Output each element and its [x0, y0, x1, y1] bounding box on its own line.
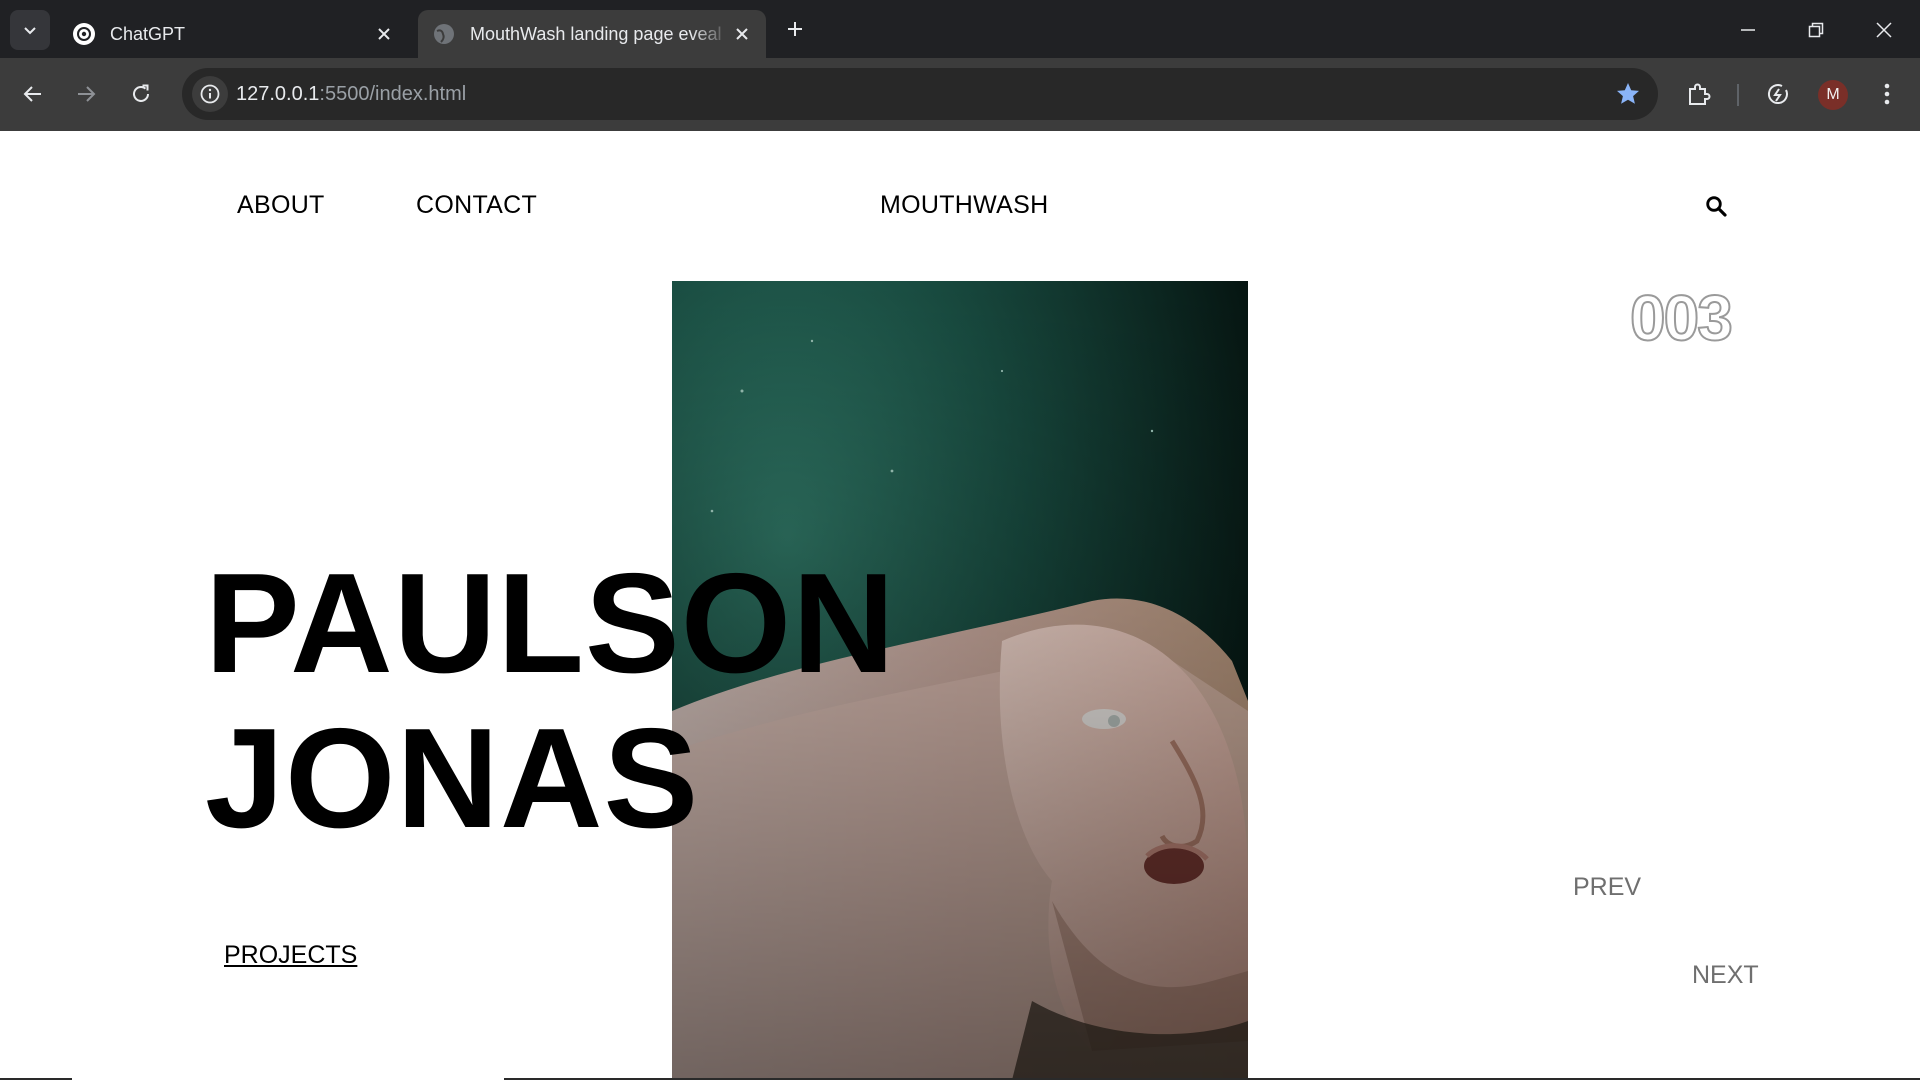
prev-button[interactable]: PREV	[1573, 873, 1641, 902]
bookmark-star-icon[interactable]	[1614, 80, 1642, 108]
toolbar-divider	[1737, 84, 1739, 106]
tab-title: MouthWash landing page eveal	[470, 23, 722, 44]
site-info-button[interactable]	[192, 76, 228, 112]
minimize-button[interactable]	[1726, 8, 1770, 52]
restore-icon	[1808, 22, 1824, 38]
browser-tab-bar: ChatGPT MouthWash landing page eveal	[0, 0, 1920, 58]
close-tab-icon[interactable]	[372, 22, 396, 46]
speed-icon	[1768, 84, 1788, 104]
search-button[interactable]	[1701, 191, 1731, 221]
plus-icon	[788, 22, 802, 36]
performance-button[interactable]	[1758, 74, 1798, 114]
new-tab-button[interactable]	[780, 14, 810, 44]
info-icon	[200, 84, 220, 104]
puzzle-icon	[1689, 83, 1711, 105]
url-path: /index.html	[369, 83, 467, 105]
slide-counter: 003	[1629, 281, 1734, 355]
reload-icon	[133, 84, 149, 102]
minimize-icon	[1741, 29, 1755, 31]
headline-first-name: PAULSON	[205, 544, 896, 703]
profile-avatar[interactable]: M	[1818, 80, 1848, 110]
close-icon	[1876, 22, 1892, 38]
close-window-button[interactable]	[1862, 8, 1906, 52]
reload-button[interactable]	[121, 74, 161, 114]
tab-search-button[interactable]	[10, 10, 50, 50]
arrow-right-icon	[78, 86, 96, 102]
brand-logo-link[interactable]: MOUTHWASH	[880, 191, 1048, 220]
url-port: :5500	[319, 83, 370, 105]
chatgpt-icon	[72, 22, 96, 46]
url-text: 127.0.0.1:5500/index.html	[236, 68, 466, 120]
tab-mouthwash[interactable]: MouthWash landing page eveal	[418, 10, 766, 58]
back-button[interactable]	[13, 74, 53, 114]
tab-title: ChatGPT	[110, 23, 186, 44]
chevron-down-icon	[24, 27, 36, 35]
nav-contact-link[interactable]: CONTACT	[416, 191, 537, 220]
url-host: 127.0.0.1	[236, 83, 320, 105]
arrow-left-icon	[23, 86, 41, 102]
hero-headline: PAULSON JONAS	[205, 546, 896, 856]
more-vertical-icon	[1884, 83, 1890, 105]
globe-icon	[432, 22, 456, 46]
next-button[interactable]: NEXT	[1692, 961, 1759, 990]
page-viewport: ABOUT CONTACT MOUTHWASH 003 PAULSON JONA…	[0, 131, 1920, 1080]
close-tab-icon[interactable]	[730, 22, 754, 46]
browser-toolbar: 127.0.0.1:5500/index.html	[0, 58, 1920, 131]
tab-chatgpt[interactable]: ChatGPT	[58, 10, 408, 58]
forward-button[interactable]	[66, 74, 106, 114]
extensions-button[interactable]	[1679, 74, 1719, 114]
search-icon	[1706, 196, 1727, 217]
headline-last-name: JONAS	[205, 699, 700, 858]
address-bar[interactable]: 127.0.0.1:5500/index.html	[182, 68, 1658, 120]
restore-button[interactable]	[1794, 8, 1838, 52]
projects-link[interactable]: PROJECTS	[224, 941, 357, 970]
nav-about-link[interactable]: ABOUT	[237, 191, 325, 220]
browser-menu-button[interactable]	[1867, 74, 1907, 114]
